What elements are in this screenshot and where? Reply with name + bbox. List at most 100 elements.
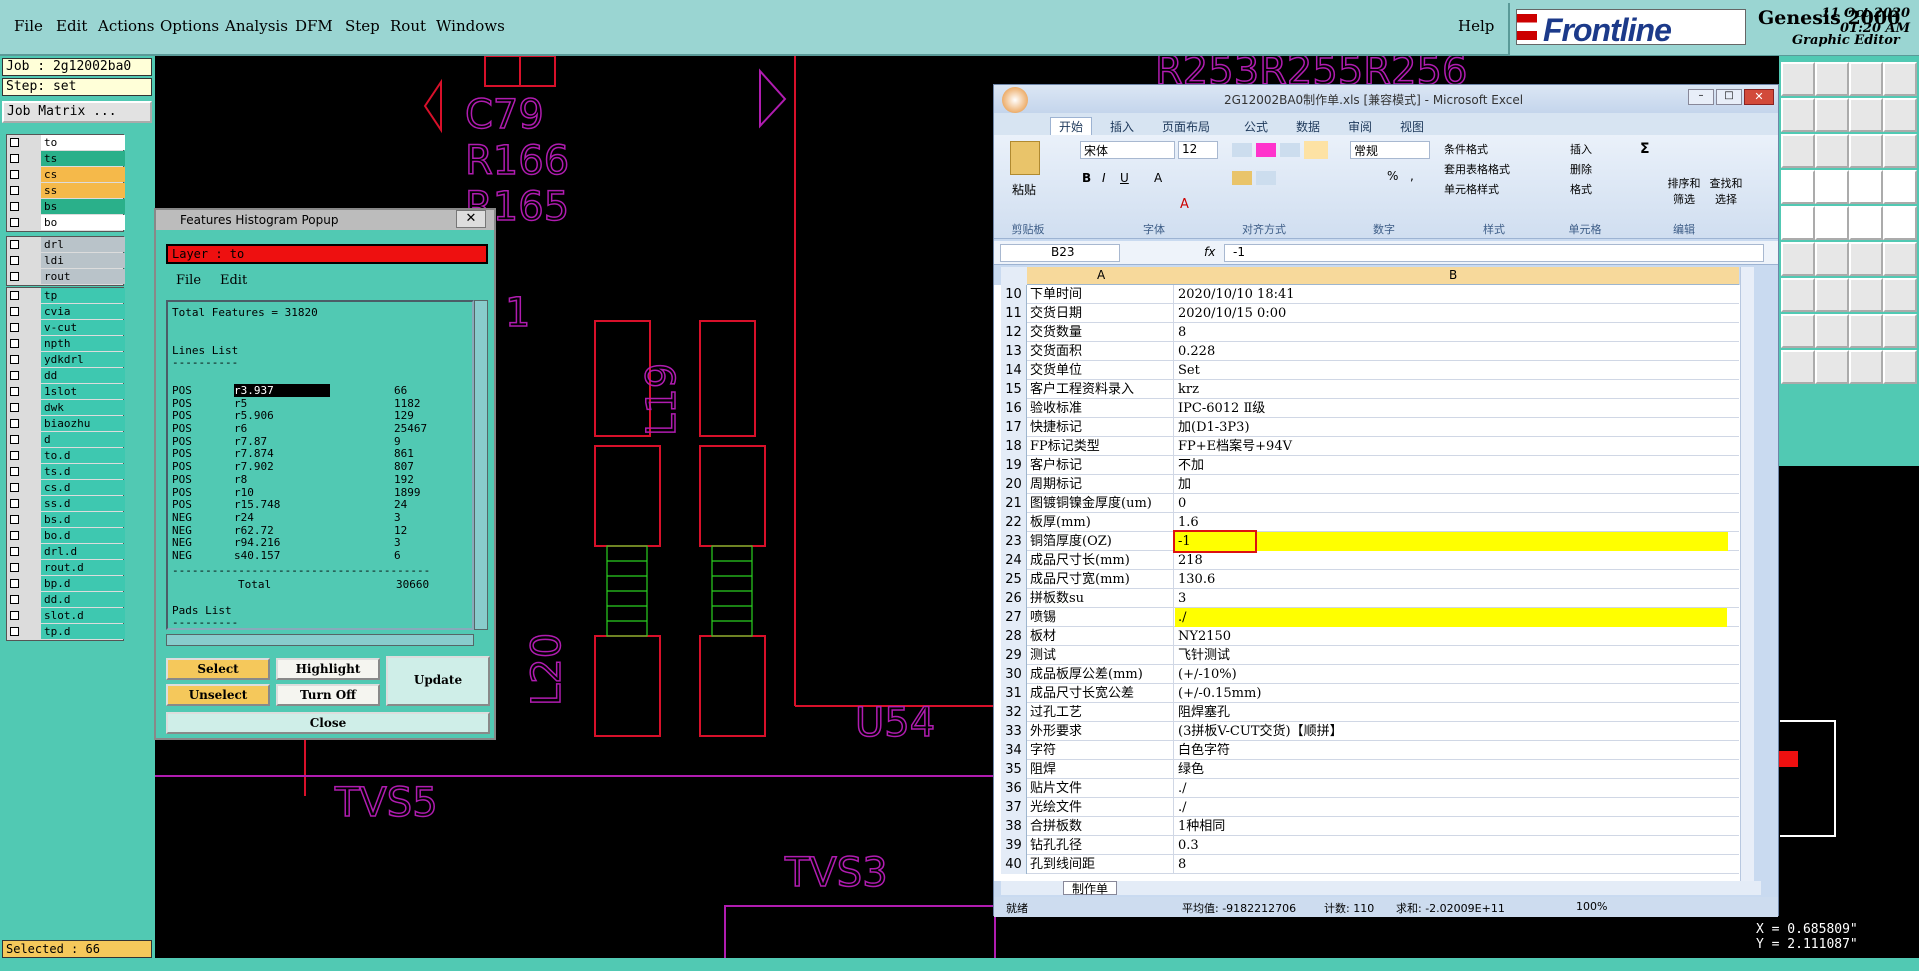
minimize-icon[interactable]: – xyxy=(1688,89,1714,105)
layer-name[interactable]: ts.d xyxy=(41,464,125,479)
row-number[interactable]: 18 xyxy=(1001,437,1027,456)
layer-checkbox[interactable] xyxy=(10,272,19,281)
sheet-row[interactable]: 27 喷锡 ./ xyxy=(1001,608,1739,627)
tab-view[interactable]: 视图 xyxy=(1400,118,1424,135)
delete-cells-button[interactable]: 删除 xyxy=(1570,161,1592,177)
draw-icon[interactable] xyxy=(1815,206,1849,240)
pad-icon[interactable] xyxy=(1883,206,1917,240)
layer-name[interactable]: cvia xyxy=(41,304,125,319)
align-left-icon[interactable] xyxy=(1232,171,1252,185)
row-number[interactable]: 25 xyxy=(1001,570,1027,589)
layer-checkbox[interactable] xyxy=(10,419,19,428)
histogram-row[interactable]: NEG r24 3 xyxy=(172,511,462,524)
sheet-row[interactable]: 18 FP标记类型 FP+E档案号+94V xyxy=(1001,437,1739,456)
font-name-box[interactable]: 宋体 xyxy=(1080,141,1175,159)
cell-a[interactable]: 喷锡 xyxy=(1028,608,1174,627)
row-number[interactable]: 20 xyxy=(1001,475,1027,494)
layer-row[interactable]: bo xyxy=(7,215,125,231)
cell-b[interactable]: 绿色 xyxy=(1175,760,1727,779)
grow-font-icon[interactable]: A xyxy=(1154,171,1162,185)
cell-b[interactable]: 加 xyxy=(1175,475,1727,494)
paste-icon[interactable] xyxy=(1010,141,1040,175)
fx-icon[interactable]: fx xyxy=(1204,245,1215,259)
layer-name[interactable]: cs xyxy=(41,167,125,182)
layer-checkbox[interactable] xyxy=(10,611,19,620)
histogram-row[interactable]: NEG r94.216 3 xyxy=(172,536,462,549)
home-icon[interactable] xyxy=(1849,62,1883,96)
cell-a[interactable]: 合拼板数 xyxy=(1028,817,1174,836)
snap-icon[interactable] xyxy=(1849,170,1883,204)
cell-a[interactable]: 板材 xyxy=(1028,627,1174,646)
rotate-icon[interactable] xyxy=(1849,242,1883,276)
sheet-row[interactable]: 34 字符 白色字符 xyxy=(1001,741,1739,760)
cell-b[interactable]: 1.6 xyxy=(1175,513,1727,532)
layer-checkbox[interactable] xyxy=(10,595,19,604)
cell-b[interactable]: 阻焊塞孔 xyxy=(1175,703,1727,722)
insert-cells-button[interactable]: 插入 xyxy=(1570,141,1592,157)
layer-name[interactable]: tp.d xyxy=(41,624,125,639)
layer-name[interactable]: ss xyxy=(41,183,125,198)
triangle-alt-icon[interactable] xyxy=(1815,314,1849,348)
cell-a[interactable]: 拼板数su xyxy=(1028,589,1174,608)
paste-label[interactable]: 粘贴 xyxy=(1012,181,1036,198)
cell-a[interactable]: 成品尺寸长宽公差 xyxy=(1028,684,1174,703)
layer-checkbox[interactable] xyxy=(10,307,19,316)
layer-checkbox[interactable] xyxy=(10,387,19,396)
fit-icon[interactable] xyxy=(1849,98,1883,132)
cell-b[interactable]: 不加 xyxy=(1175,456,1727,475)
layer-row[interactable]: tp xyxy=(7,288,125,304)
row-number[interactable]: 15 xyxy=(1001,380,1027,399)
cell-a[interactable]: 过孔工艺 xyxy=(1028,703,1174,722)
layer-checkbox[interactable] xyxy=(10,355,19,364)
menu-analysis[interactable]: Analysis xyxy=(225,17,288,35)
histogram-row[interactable]: POS r10 1899 xyxy=(172,486,462,499)
sheet-row[interactable]: 14 交货单位 Set xyxy=(1001,361,1739,380)
edit-icon[interactable] xyxy=(1781,206,1815,240)
zoom-icon[interactable] xyxy=(1883,62,1917,96)
underline-icon[interactable]: U xyxy=(1120,171,1129,185)
layer-checkbox[interactable] xyxy=(10,531,19,540)
layer-checkbox[interactable] xyxy=(10,403,19,412)
layer-row[interactable]: 1slot xyxy=(7,384,125,400)
format-table-button[interactable]: 套用表格格式 xyxy=(1444,161,1510,177)
flip-icon[interactable] xyxy=(1883,242,1917,276)
layer-checkbox[interactable] xyxy=(10,339,19,348)
layer-name[interactable]: d xyxy=(41,432,125,447)
conditional-format-button[interactable]: 条件格式 xyxy=(1444,141,1488,157)
row-number[interactable]: 22 xyxy=(1001,513,1027,532)
line-icon[interactable] xyxy=(1849,206,1883,240)
sheet-row[interactable]: 15 客户工程资料录入 krz xyxy=(1001,380,1739,399)
help-icon[interactable] xyxy=(1883,134,1917,168)
cell-b[interactable]: 1种相同 xyxy=(1175,817,1727,836)
menu-actions[interactable]: Actions xyxy=(98,17,154,35)
menu-edit[interactable]: Edit xyxy=(56,17,87,35)
cell-b[interactable]: (+/-0.15mm) xyxy=(1175,684,1727,703)
row-number[interactable]: 35 xyxy=(1001,760,1027,779)
histogram-row[interactable]: NEG s40.157 6 xyxy=(172,549,462,562)
layer-checkbox[interactable] xyxy=(10,154,19,163)
histogram-list[interactable]: Total Features = 31820 Lines List ------… xyxy=(166,300,474,630)
panel-icon[interactable] xyxy=(1781,98,1815,132)
layer-row[interactable]: bp.d xyxy=(7,576,125,592)
layer-row[interactable]: bs.d xyxy=(7,512,125,528)
menu-rout[interactable]: Rout xyxy=(390,17,426,35)
bold-icon[interactable]: B xyxy=(1082,171,1091,185)
layer-row[interactable]: v-cut xyxy=(7,320,125,336)
zoom-level[interactable]: 100% xyxy=(1576,900,1607,913)
layer-checkbox[interactable] xyxy=(10,256,19,265)
pointer-icon[interactable] xyxy=(1815,350,1849,384)
copy-icon[interactable] xyxy=(1883,278,1917,312)
layer-row[interactable]: drl.d xyxy=(7,544,125,560)
number-format-box[interactable]: 常规 xyxy=(1350,141,1430,159)
close-window-icon[interactable]: ✕ xyxy=(1744,89,1774,105)
cell-a[interactable]: 孔到线间距 xyxy=(1028,855,1174,874)
histogram-row[interactable]: POS r5 1182 xyxy=(172,397,462,410)
cell-b[interactable]: 0.3 xyxy=(1175,836,1727,855)
layer-row[interactable]: biaozhu xyxy=(7,416,125,432)
column-header-a[interactable]: A xyxy=(1097,268,1105,282)
layer-row[interactable]: d xyxy=(7,432,125,448)
name-box[interactable]: B23 xyxy=(1000,244,1120,262)
feature-icon[interactable] xyxy=(1781,170,1815,204)
sheet-row[interactable]: 33 外形要求 (3拼板V-CUT交货)【顺拼】 xyxy=(1001,722,1739,741)
cell-b[interactable]: 8 xyxy=(1175,855,1727,874)
